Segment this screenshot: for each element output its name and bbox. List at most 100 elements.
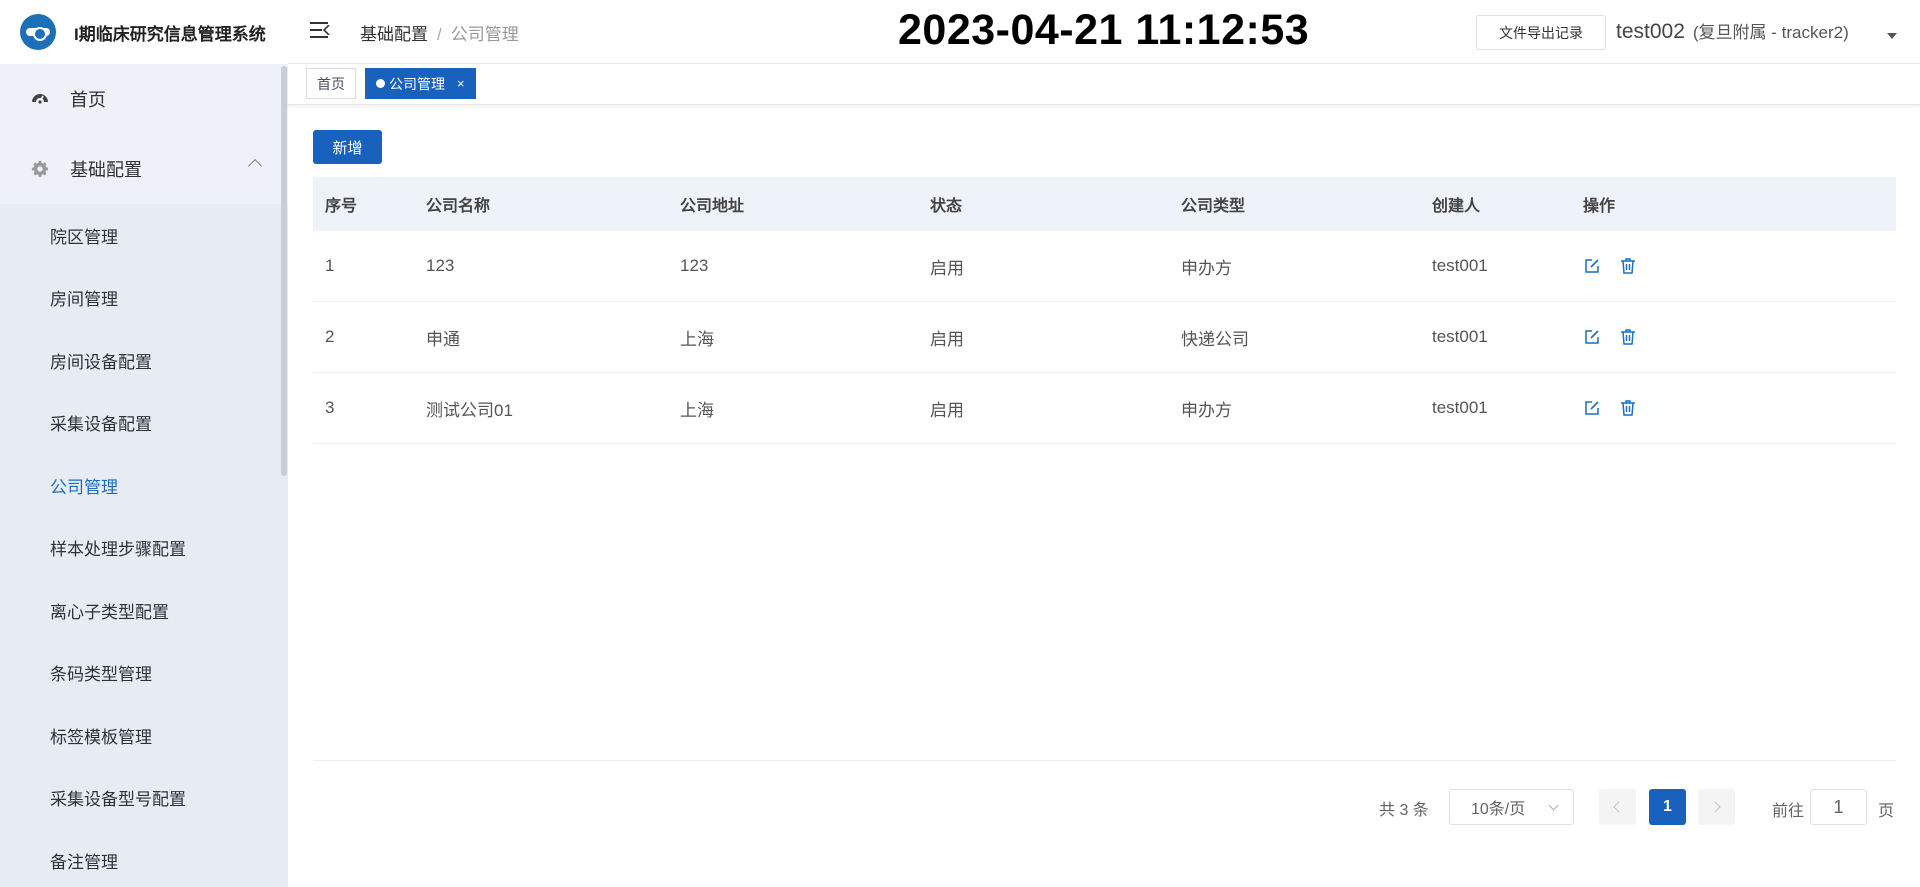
tab-label: 首页 [317,75,345,92]
edit-icon[interactable] [1583,399,1601,417]
cell-address: 上海 [680,329,714,349]
breadcrumb-current: 公司管理 [450,25,519,44]
cell-actions [1583,257,1637,275]
sidebar-group-basic-config[interactable]: 基础配置 [0,134,288,204]
page-size-select[interactable]: 10条/页 [1449,789,1574,825]
cell-status: 启用 [930,329,964,349]
prev-page-button[interactable] [1599,789,1636,825]
trash-icon[interactable] [1619,399,1637,417]
sidebar-item-label: 首页 [70,90,106,110]
sidebar-item-device-model[interactable]: 采集设备型号配置 [0,767,288,830]
clock: 2023-04-21 11:12:53 [898,6,1310,54]
active-dot-icon [376,79,385,88]
tab-label: 公司管理 [389,75,445,92]
gear-icon [30,159,50,179]
chevron-up-icon [247,158,263,174]
cell-creator: test001 [1432,256,1488,275]
app-title: I期临床研究信息管理系统 [74,24,266,44]
sidebar-item-label: 房间管理 [50,290,118,310]
cell-status: 启用 [930,400,964,420]
table-row: 3 测试公司01 上海 启用 申办方 test001 [313,373,1896,444]
breadcrumb-item[interactable]: 基础配置 [360,25,428,44]
sidebar-item-label: 离心子类型配置 [50,602,169,622]
cell-status: 启用 [930,258,964,278]
sidebar-item-label: 样本处理步骤配置 [50,540,186,560]
table-row: 2 申通 上海 启用 快递公司 test001 [313,302,1896,373]
page-number-current[interactable]: 1 [1649,789,1686,825]
sidebar-item-label: 条码类型管理 [50,665,152,685]
table-divider [313,760,1896,761]
cell-name: 123 [426,256,455,275]
cell-name: 申通 [426,329,460,349]
column-header: 创建人 [1432,198,1481,215]
dashboard-icon [30,89,50,109]
sidebar-item-sample-steps[interactable]: 样本处理步骤配置 [0,517,288,580]
sidebar-item-label: 公司管理 [50,477,118,497]
table-header: 序号 公司名称 公司地址 状态 公司类型 创建人 操作 [313,177,1896,231]
sidebar-item-centrifuge[interactable]: 离心子类型配置 [0,579,288,642]
submenu: 院区管理 房间管理 房间设备配置 采集设备配置 公司管理 样本处理步骤配置 离心… [0,204,288,887]
pagination-total: 共 3 条 [1379,802,1429,819]
cell-actions [1583,328,1637,346]
edit-icon[interactable] [1583,257,1601,275]
sidebar-item-home[interactable]: 首页 [0,64,288,134]
user-menu[interactable]: test002 (复旦附属 - tracker2) [1616,18,1849,44]
chevron-right-icon [1709,801,1721,813]
logo-bar: I期临床研究信息管理系统 [0,0,288,64]
column-header: 状态 [930,198,963,215]
sidebar-item-label: 房间设备配置 [50,352,152,372]
page-suffix: 页 [1878,803,1895,820]
logo [20,14,56,50]
page-size-value: 10条/页 [1471,801,1526,818]
cell-type: 申办方 [1181,258,1232,278]
sidebar-item-label: 采集设备型号配置 [50,790,186,810]
goto-page-input[interactable] [1810,789,1867,825]
cell-index: 1 [325,256,335,275]
cell-index: 2 [325,327,335,346]
sidebar-item-company[interactable]: 公司管理 [0,454,288,517]
sidebar-item-room[interactable]: 房间管理 [0,267,288,330]
header: 基础配置 / 公司管理 2023-04-21 11:12:53 文件导出记录 tes… [288,0,1920,64]
next-page-button[interactable] [1698,789,1735,825]
tab-home[interactable]: 首页 [306,68,356,99]
goto-label: 前往 [1772,803,1805,820]
sidebar-item-barcode[interactable]: 条码类型管理 [0,642,288,705]
sidebar: I期临床研究信息管理系统 首页 基础配置 院区管理 房间管理 房间设备配置 采集… [0,0,288,887]
chevron-left-icon [1613,801,1625,813]
cell-actions [1583,399,1637,417]
table-row: 1 123 123 启用 申办方 test001 [313,231,1896,302]
sidebar-item-label-template[interactable]: 标签模板管理 [0,704,288,767]
cell-address: 123 [680,256,709,275]
column-header: 序号 [325,198,358,215]
export-records-button[interactable]: 文件导出记录 [1476,15,1606,50]
company-table: 序号 公司名称 公司地址 状态 公司类型 创建人 操作 1 123 123 启用… [313,177,1896,444]
user-affiliation: (复旦附属 - tracker2) [1692,23,1849,42]
trash-icon[interactable] [1619,257,1637,275]
column-header: 公司名称 [426,198,491,215]
sidebar-item-collect-device[interactable]: 采集设备配置 [0,392,288,455]
menu-fold-icon[interactable] [310,22,330,38]
caret-down-icon[interactable] [1887,33,1897,39]
chevron-down-icon [1548,800,1559,811]
trash-icon[interactable] [1619,328,1637,346]
sidebar-item-remarks[interactable]: 备注管理 [0,829,288,887]
add-button[interactable]: 新增 [313,130,382,164]
breadcrumb: 基础配置 / 公司管理 [360,20,519,45]
tab-company[interactable]: 公司管理 × [365,68,476,99]
cell-address: 上海 [680,400,714,420]
sidebar-item-label: 院区管理 [50,227,118,247]
column-header: 公司地址 [680,198,745,215]
cell-type: 快递公司 [1181,329,1249,349]
sidebar-item-label: 标签模板管理 [50,727,152,747]
sidebar-item-campus[interactable]: 院区管理 [0,204,288,267]
edit-icon[interactable] [1583,328,1601,346]
sidebar-item-room-device[interactable]: 房间设备配置 [0,329,288,392]
username: test002 [1616,20,1685,43]
breadcrumb-separator: / [437,25,442,44]
sidebar-scrollbar[interactable] [281,66,287,476]
cell-creator: test001 [1432,327,1488,346]
close-icon[interactable]: × [457,76,465,91]
column-header: 公司类型 [1181,198,1246,215]
tags-view: 首页 公司管理 × [288,64,1920,105]
cell-creator: test001 [1432,398,1488,417]
